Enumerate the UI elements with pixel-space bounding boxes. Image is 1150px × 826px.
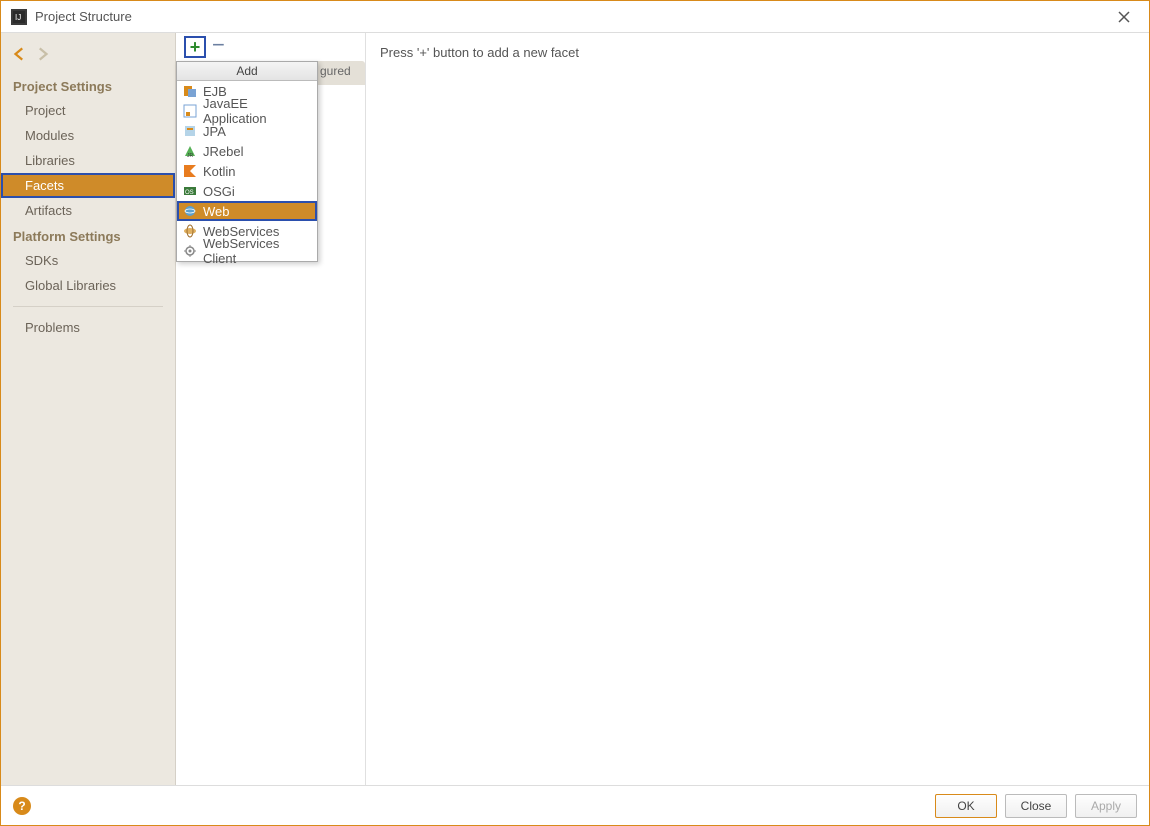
svg-text:IJ: IJ (15, 13, 21, 22)
svg-text:JR: JR (187, 153, 194, 158)
sidebar-item-artifacts[interactable]: Artifacts (1, 198, 175, 223)
hint-text: Press '+' button to add a new facet (380, 45, 579, 60)
back-arrow-icon[interactable] (11, 45, 29, 63)
popup-item-label: WebServices Client (203, 236, 311, 266)
app-icon: IJ (11, 9, 27, 25)
sidebar-divider (13, 306, 163, 307)
jpa-icon (183, 124, 197, 138)
popup-item-web[interactable]: Web (177, 201, 317, 221)
popup-header: Add (177, 62, 317, 81)
plus-icon: + (190, 38, 201, 56)
section-project-settings: Project Settings (1, 73, 175, 98)
popup-item-javaee[interactable]: JavaEE Application (177, 101, 317, 121)
ejb-icon (183, 84, 197, 98)
sidebar-item-problems[interactable]: Problems (1, 315, 175, 340)
webservices-client-icon (183, 244, 197, 258)
ok-button[interactable]: OK (935, 794, 997, 818)
apply-button[interactable]: Apply (1075, 794, 1137, 818)
popup-item-label: Web (203, 204, 230, 219)
popup-item-jrebel[interactable]: JR JRebel (177, 141, 317, 161)
window-title: Project Structure (35, 9, 1109, 24)
osgi-icon: OS (183, 184, 197, 198)
web-icon (183, 204, 197, 218)
popup-item-label: Kotlin (203, 164, 236, 179)
facet-list-panel: + − gured Add EJB JavaEE Application JPA (176, 33, 366, 785)
footer: ? OK Close Apply (1, 785, 1149, 825)
jrebel-icon: JR (183, 144, 197, 158)
sidebar-item-project[interactable]: Project (1, 98, 175, 123)
webservices-icon (183, 224, 197, 238)
sidebar-item-libraries[interactable]: Libraries (1, 148, 175, 173)
sidebar-item-facets[interactable]: Facets (1, 173, 175, 198)
main-area: Project Settings Project Modules Librari… (1, 33, 1149, 785)
sidebar-item-sdks[interactable]: SDKs (1, 248, 175, 273)
kotlin-icon (183, 164, 197, 178)
close-button-footer[interactable]: Close (1005, 794, 1067, 818)
content-area: Press '+' button to add a new facet (366, 33, 1149, 785)
remove-facet-button[interactable]: − (212, 34, 225, 60)
close-button[interactable] (1109, 2, 1139, 32)
nav-arrows (1, 41, 175, 73)
section-platform-settings: Platform Settings (1, 223, 175, 248)
popup-item-label: JRebel (203, 144, 243, 159)
popup-item-label: OSGi (203, 184, 235, 199)
forward-arrow-icon[interactable] (33, 45, 51, 63)
facet-toolbar: + − (176, 33, 365, 61)
sidebar-item-global-libraries[interactable]: Global Libraries (1, 273, 175, 298)
popup-item-label: JPA (203, 124, 226, 139)
sidebar-item-modules[interactable]: Modules (1, 123, 175, 148)
popup-item-label: JavaEE Application (203, 96, 311, 126)
popup-item-osgi[interactable]: OS OSGi (177, 181, 317, 201)
popup-item-webservices-client[interactable]: WebServices Client (177, 241, 317, 261)
svg-text:OS: OS (185, 190, 194, 196)
help-icon[interactable]: ? (13, 797, 31, 815)
add-facet-popup: Add EJB JavaEE Application JPA JR JRebel… (176, 61, 318, 262)
javaee-icon (183, 104, 197, 118)
titlebar: IJ Project Structure (1, 1, 1149, 33)
sidebar: Project Settings Project Modules Librari… (1, 33, 176, 785)
popup-item-kotlin[interactable]: Kotlin (177, 161, 317, 181)
add-facet-button[interactable]: + (184, 36, 206, 58)
